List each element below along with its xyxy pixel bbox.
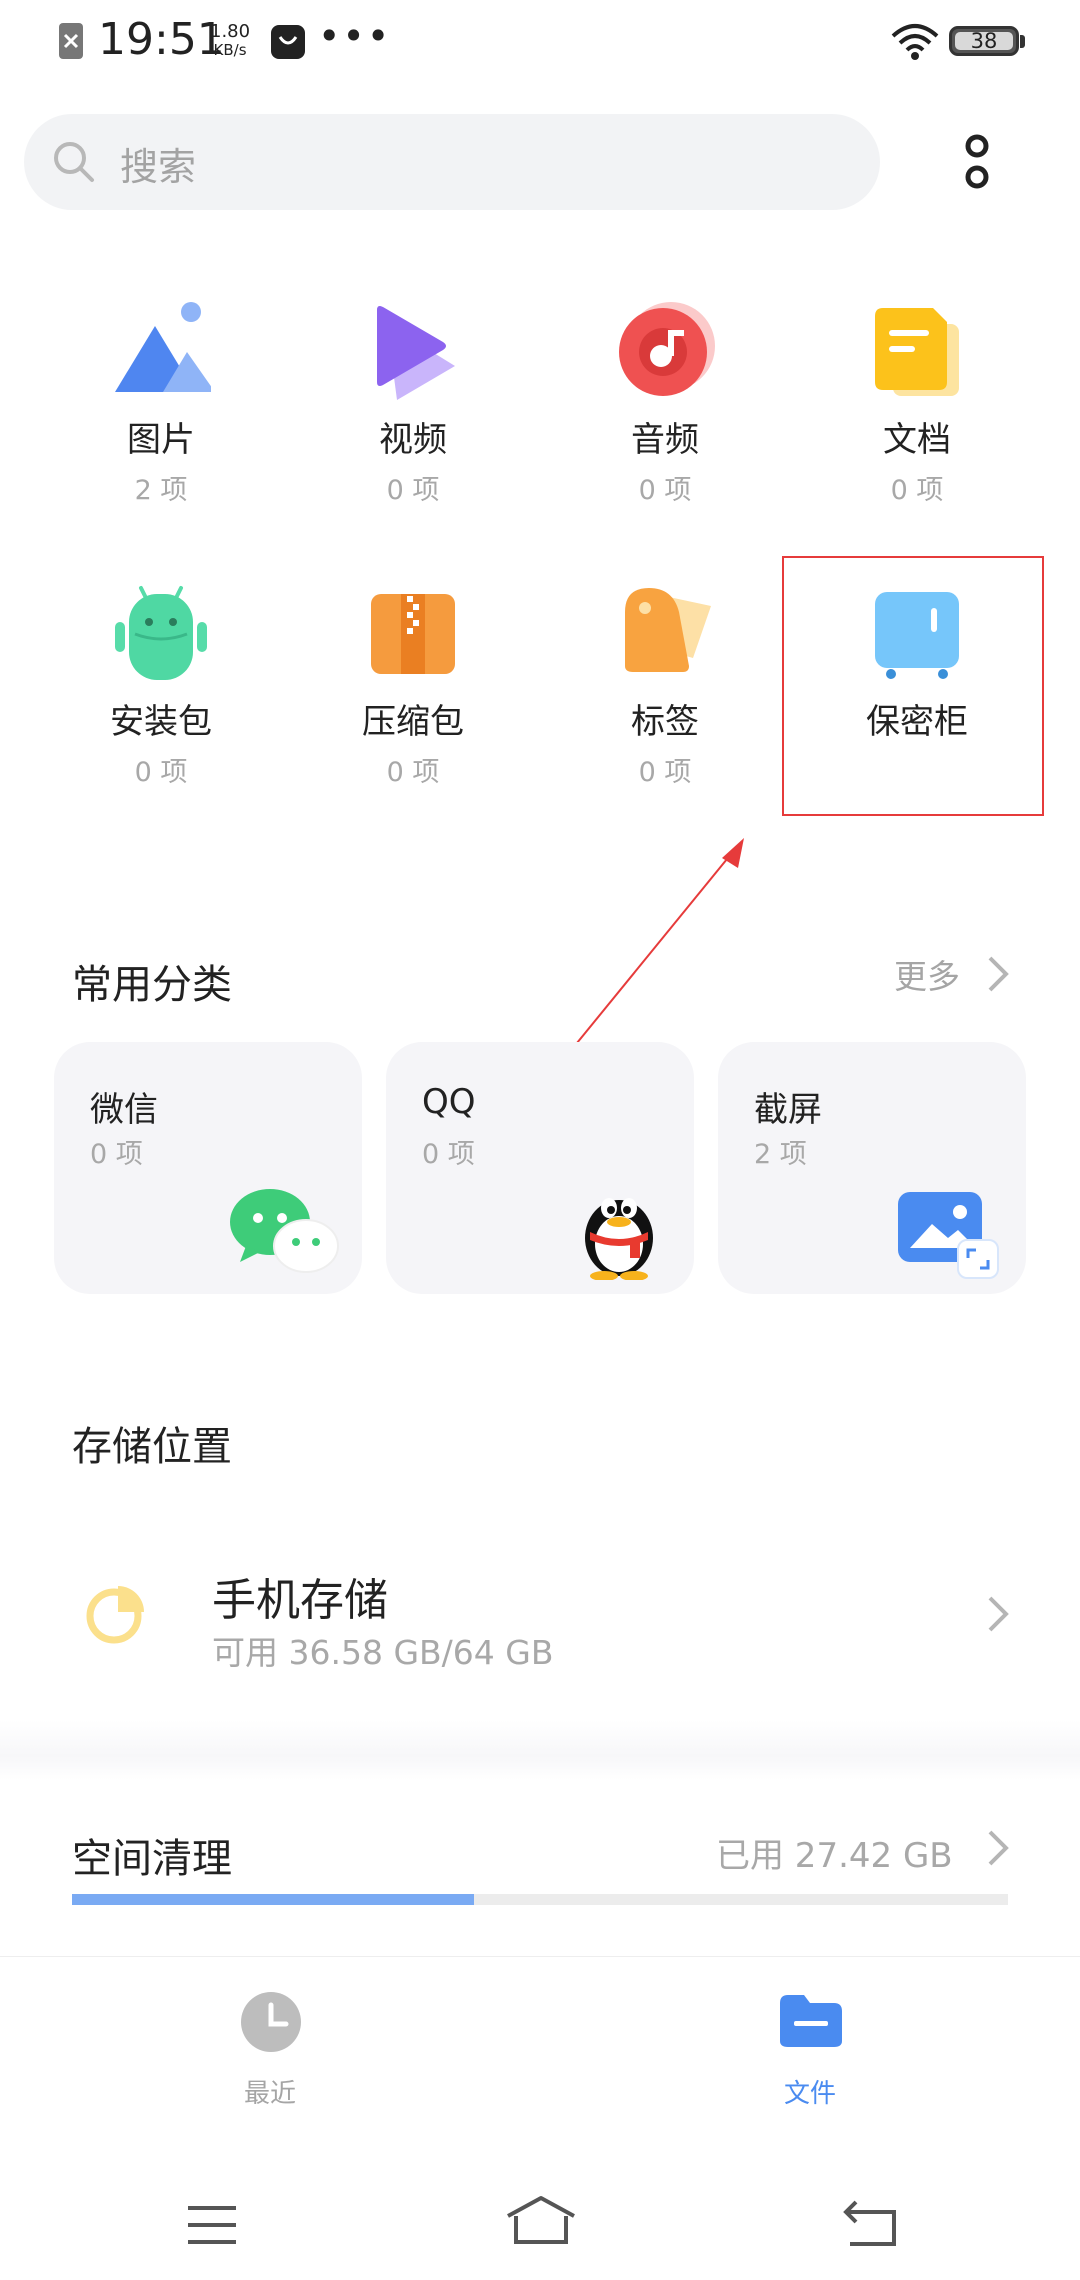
image-icon	[115, 302, 211, 392]
more-button[interactable]: 更多	[894, 950, 960, 998]
card-wechat[interactable]: 微信 0 项	[54, 1042, 362, 1294]
storage-progress-bar	[72, 1894, 1008, 1905]
tab-recent[interactable]: 最近	[190, 1991, 350, 2121]
search-input[interactable]: 搜索	[24, 114, 880, 210]
tab-files-label: 文件	[783, 2079, 836, 2109]
card-count: 2 项	[754, 1139, 807, 1170]
tag-icon	[625, 588, 711, 672]
category-count: 2 项	[134, 475, 188, 506]
back-icon[interactable]	[842, 2200, 898, 2248]
category-count: 0 项	[638, 475, 692, 506]
category-tags[interactable]: 标签 0 项	[540, 582, 790, 832]
menu-icon[interactable]	[186, 2204, 238, 2246]
category-videos[interactable]: 视频 0 项	[288, 300, 538, 550]
search-placeholder: 搜索	[120, 145, 197, 189]
category-label: 音频	[631, 420, 699, 460]
video-icon	[377, 306, 455, 400]
category-documents[interactable]: 文档 0 项	[792, 300, 1042, 550]
section-title-common: 常用分类	[72, 962, 232, 1008]
card-qq[interactable]: QQ 0 项	[386, 1042, 694, 1294]
battery-level: 38	[970, 29, 998, 53]
qq-icon	[585, 1198, 653, 1280]
category-count: 0 项	[386, 757, 440, 788]
section-title-storage: 存储位置	[72, 1424, 232, 1470]
chevron-right-icon[interactable]	[986, 1828, 1010, 1868]
network-speed-value: 1.80	[210, 21, 251, 42]
clock-icon	[241, 1992, 301, 2052]
cleanup-used: 已用 27.42 GB	[716, 1836, 953, 1876]
tab-recent-label: 最近	[243, 2079, 296, 2109]
category-archives[interactable]: 压缩包 0 项	[288, 582, 538, 832]
no-sim-icon	[59, 23, 83, 59]
more-notifications-icon: •••	[318, 14, 392, 58]
document-icon	[875, 308, 959, 396]
more-label: 更多	[894, 957, 960, 996]
category-count: 0 项	[386, 475, 440, 506]
wifi-icon	[891, 24, 939, 60]
category-audio[interactable]: 音频 0 项	[540, 300, 790, 550]
category-images[interactable]: 图片 2 项	[36, 300, 286, 550]
bottom-nav: 最近 文件	[0, 1956, 1080, 2156]
category-label: 文档	[883, 420, 951, 460]
category-label: 视频	[379, 420, 447, 460]
folder-icon	[780, 1995, 842, 2047]
chevron-right-icon	[988, 1596, 1009, 1632]
system-nav-bar	[0, 2160, 1080, 2280]
highlight-box	[782, 556, 1044, 816]
card-screenshot[interactable]: 截屏 2 项	[718, 1042, 1026, 1294]
card-title: 截屏	[754, 1090, 822, 1130]
battery-icon: 38	[949, 26, 1019, 56]
card-title: 微信	[90, 1090, 158, 1130]
storage-progress-fill	[72, 1894, 475, 1905]
category-label: 标签	[631, 702, 699, 742]
card-count: 0 项	[90, 1139, 143, 1170]
category-apk[interactable]: 安装包 0 项	[36, 582, 286, 832]
category-label: 压缩包	[362, 702, 464, 742]
more-options-icon[interactable]	[960, 132, 994, 194]
category-count: 0 项	[890, 475, 944, 506]
search-icon	[54, 142, 94, 182]
card-count: 0 项	[422, 1139, 475, 1170]
chevron-right-icon	[988, 956, 1009, 992]
category-label: 图片	[127, 420, 195, 460]
screenshot-icon	[898, 1192, 999, 1279]
wechat-icon	[230, 1189, 339, 1273]
shopping-bag-icon	[271, 25, 305, 59]
tab-files[interactable]: 文件	[730, 1991, 890, 2121]
storage-available: 可用 36.58 GB/64 GB	[212, 1633, 554, 1672]
network-speed-unit: KB/s	[213, 41, 247, 59]
section-divider	[0, 1720, 1080, 1780]
category-count: 0 项	[638, 757, 692, 788]
category-count: 0 项	[134, 757, 188, 788]
category-label: 安装包	[110, 702, 212, 742]
phone-storage-item[interactable]	[0, 1530, 1080, 1700]
status-time: 19:51	[98, 14, 225, 65]
storage-pie-icon	[86, 1586, 144, 1644]
audio-icon	[619, 302, 715, 396]
card-title: QQ	[422, 1082, 476, 1122]
status-bar: 19:51 1.80 KB/s ••• 38	[0, 0, 1080, 86]
android-icon	[115, 586, 207, 680]
storage-name: 手机存储	[212, 1575, 388, 1626]
cleanup-title[interactable]: 空间清理	[72, 1826, 232, 1884]
home-icon[interactable]	[504, 2194, 578, 2246]
network-speed: 1.80 KB/s	[210, 22, 250, 60]
archive-icon	[371, 594, 455, 674]
